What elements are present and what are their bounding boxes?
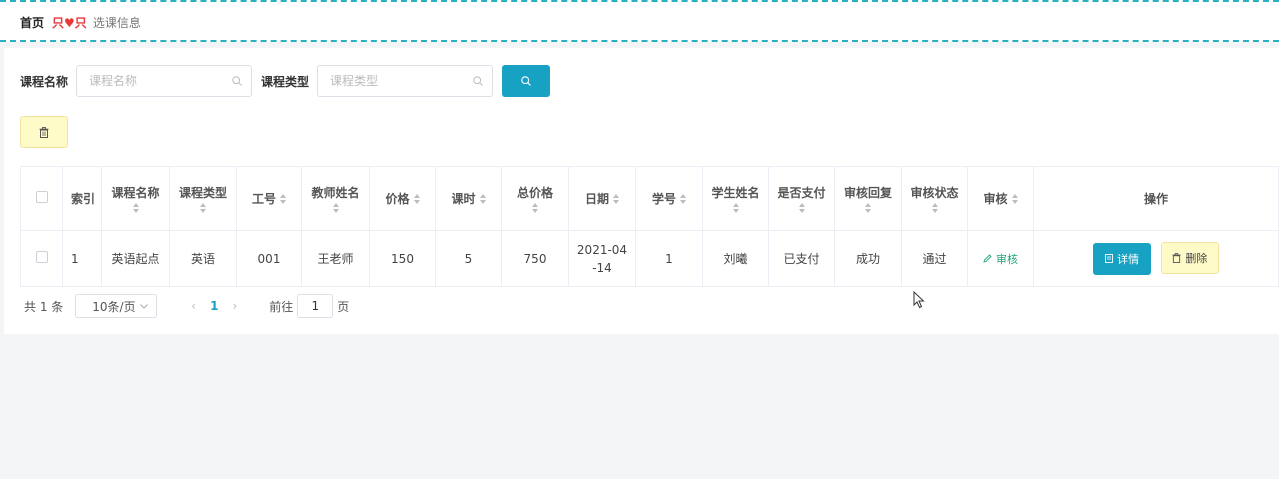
cell-hours: 5 (435, 230, 502, 287)
cell-index: 1 (62, 230, 102, 287)
header-teacher-name[interactable]: 教师姓名 (301, 166, 370, 231)
header-total-price[interactable]: 总价格 (501, 166, 569, 231)
header-student-name[interactable]: 学生姓名 (702, 166, 769, 231)
header-audit-status[interactable]: 审核状态 (901, 166, 968, 231)
detail-button[interactable]: 详情 (1093, 242, 1152, 275)
breadcrumb-bar: 首页 只♥只 选课信息 (0, 0, 1279, 42)
breadcrumb-current: 选课信息 (92, 16, 141, 30)
cell-student-name: 刘曦 (702, 230, 769, 287)
row-checkbox[interactable] (35, 251, 48, 263)
header-teacher-id[interactable]: 工号 (236, 166, 302, 231)
header-hours[interactable]: 课时 (435, 166, 502, 231)
edit-icon (983, 254, 992, 263)
cell-date: 2021-04-14 (568, 230, 636, 287)
search-icon (232, 76, 242, 86)
header-course-name[interactable]: 课程名称 (101, 166, 170, 231)
bulk-delete-button[interactable] (20, 116, 68, 148)
sort-icon[interactable] (865, 203, 871, 213)
course-type-input[interactable] (318, 66, 493, 96)
select-all-checkbox[interactable] (35, 191, 48, 203)
cell-audit-reply: 成功 (834, 230, 902, 287)
goto-label: 前往 (269, 299, 294, 314)
breadcrumb-separator: 只♥只 (52, 16, 87, 30)
cell-price: 150 (369, 230, 436, 287)
sort-icon[interactable] (798, 203, 805, 213)
table-row: 1 英语起点 英语 001 王老师 150 5 750 2021-04-14 1… (20, 230, 1279, 287)
document-icon (1105, 254, 1114, 264)
sort-icon[interactable] (132, 203, 139, 213)
content-panel: 课程名称 课程类型 索引 课程名称 课程类型 工号 教师姓名 (4, 48, 1279, 334)
mouse-cursor-icon (913, 291, 925, 309)
course-type-field (317, 65, 494, 97)
cell-course-type: 英语 (169, 230, 237, 287)
cell-teacher-name: 王老师 (301, 230, 370, 287)
pagination: 共 1 条 10条/页 ‹ 1 › 前往 页 (24, 294, 349, 318)
sort-icon[interactable] (931, 203, 938, 213)
page-number-current[interactable]: 1 (210, 299, 218, 313)
page-suffix: 页 (337, 299, 350, 314)
cell-course-name: 英语起点 (101, 230, 170, 287)
prev-page-button[interactable]: ‹ (191, 299, 196, 313)
audit-link[interactable]: 审核 (983, 251, 1018, 267)
header-paid[interactable]: 是否支付 (768, 166, 835, 231)
search-icon (521, 76, 531, 86)
trash-icon (39, 126, 49, 138)
course-type-label: 课程类型 (261, 74, 310, 89)
chevron-down-icon (140, 303, 149, 309)
sort-icon[interactable] (732, 203, 739, 213)
course-name-input[interactable] (77, 66, 252, 96)
course-name-field (76, 65, 253, 97)
sort-icon[interactable] (532, 203, 538, 213)
sort-icon[interactable] (332, 203, 339, 213)
sort-icon[interactable] (280, 193, 286, 204)
search-row: 课程名称 课程类型 (20, 65, 551, 97)
header-course-type[interactable]: 课程类型 (169, 166, 237, 231)
sort-icon[interactable] (680, 193, 686, 204)
search-button[interactable] (502, 65, 551, 97)
pagination-total: 共 1 条 (24, 299, 64, 314)
header-select-all[interactable] (20, 166, 63, 231)
sort-icon[interactable] (613, 193, 619, 204)
breadcrumb-home[interactable]: 首页 (20, 14, 44, 31)
sort-icon[interactable] (413, 193, 420, 204)
sort-icon[interactable] (1011, 193, 1018, 204)
header-audit[interactable]: 审核 (967, 166, 1034, 231)
page-size-select[interactable]: 10条/页 (75, 294, 158, 318)
delete-button[interactable]: 删除 (1160, 242, 1219, 275)
cell-paid: 已支付 (768, 230, 835, 287)
header-price[interactable]: 价格 (369, 166, 436, 231)
goto-page-input[interactable] (297, 294, 334, 318)
course-selection-table: 索引 课程名称 课程类型 工号 教师姓名 价格 课时 总价格 日期 学号 学生姓… (20, 166, 1279, 287)
header-date[interactable]: 日期 (568, 166, 636, 231)
table-header-row: 索引 课程名称 课程类型 工号 教师姓名 价格 课时 总价格 日期 学号 学生姓… (20, 166, 1279, 231)
trash-icon (1172, 253, 1181, 264)
header-index: 索引 (62, 166, 102, 231)
cell-audit-status: 通过 (901, 230, 968, 287)
cell-total-price: 750 (501, 230, 569, 287)
course-name-label: 课程名称 (20, 74, 69, 89)
breadcrumb: 首页 只♥只 选课信息 (20, 14, 141, 31)
header-actions: 操作 (1033, 166, 1279, 231)
search-icon (473, 76, 483, 86)
sort-icon[interactable] (200, 203, 206, 213)
sort-icon[interactable] (479, 193, 486, 204)
cell-student-id: 1 (635, 230, 703, 287)
cell-actions: 详情 删除 (1033, 230, 1279, 287)
cell-teacher-id: 001 (236, 230, 302, 287)
cell-audit: 审核 (967, 230, 1034, 287)
header-student-id[interactable]: 学号 (635, 166, 703, 231)
row-select[interactable] (20, 230, 63, 287)
header-audit-reply[interactable]: 审核回复 (834, 166, 902, 231)
next-page-button[interactable]: › (232, 299, 237, 313)
heart-icon: ♥ (64, 16, 75, 30)
